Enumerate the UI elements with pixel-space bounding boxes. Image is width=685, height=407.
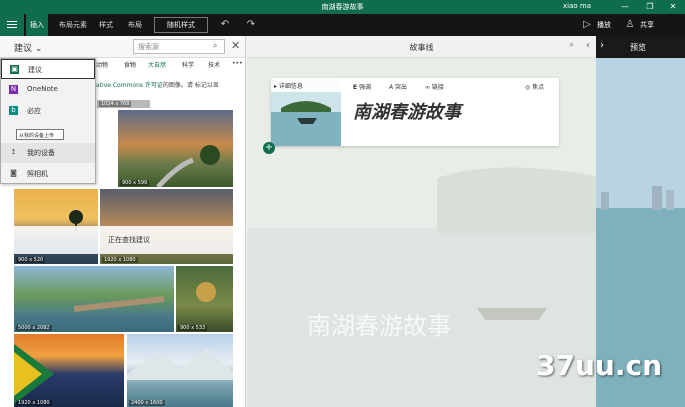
highlight-button[interactable]: A 突出 xyxy=(389,82,407,91)
search-input[interactable]: 搜索源 xyxy=(133,39,225,54)
focus-button[interactable]: ◎ 焦点 xyxy=(525,82,544,91)
category-nature[interactable]: 大自然 xyxy=(148,60,166,69)
menu-item-my-device[interactable]: ↥ 我的设备 xyxy=(1,143,95,163)
add-card-icon[interactable]: + xyxy=(263,142,275,154)
ribbon: 插入 布局元素 样式 布局 随机样式 ↶ ↷ ▷ 播放 ♙ 共享 xyxy=(0,14,685,36)
panel-header: 建议 ⌄ 搜索源 ⌕ ✕ xyxy=(0,36,245,58)
highlight-icon: A xyxy=(389,84,394,91)
bing-icon: b xyxy=(9,106,18,115)
user-name[interactable]: xiao ma xyxy=(563,2,591,10)
play-icon[interactable]: ▷ xyxy=(580,18,594,32)
site-watermark: 37uu.cn xyxy=(536,349,662,382)
photo-tile[interactable]: 1024 x 768 xyxy=(97,100,150,108)
preview-title: 预览 xyxy=(630,43,646,52)
share-button[interactable]: 共享 xyxy=(640,14,654,36)
title-card[interactable]: ▸ 详细信息 E 强调 A 突出 ∞ 链接 ◎ 焦点 南湖春游故事 xyxy=(271,78,559,146)
focus-icon: ◎ xyxy=(525,84,531,91)
tab-style[interactable]: 样式 xyxy=(95,14,117,36)
minimize-button[interactable]: — xyxy=(613,0,637,14)
details-button[interactable]: ▸ 详细信息 xyxy=(271,78,341,92)
maximize-button[interactable]: ❐ xyxy=(638,0,662,14)
search-icon[interactable]: ⌕ xyxy=(570,40,574,50)
source-dropdown[interactable]: 建议 ⌄ xyxy=(14,41,42,54)
menu-item-suggestions[interactable]: ▣ 建议 xyxy=(1,59,95,79)
story-title[interactable]: 南湖春游故事 xyxy=(353,98,461,124)
hamburger-menu-icon[interactable] xyxy=(0,14,24,36)
chevron-down-icon: ⌄ xyxy=(34,44,43,54)
photo-tile[interactable]: 900 x 533 xyxy=(176,266,233,332)
tab-layout[interactable]: 布局 xyxy=(124,14,146,36)
upload-tooltip: 从我的设备上传 xyxy=(16,129,64,140)
category-technology[interactable]: 技术 xyxy=(208,60,220,69)
chevron-left-icon[interactable]: ‹ xyxy=(586,40,590,51)
source-menu: ▣ 建议 N OneNote b 必应 ↥ 我的设备 ◙ 照相机 xyxy=(0,58,96,184)
link-icon: ∞ xyxy=(425,84,430,91)
photo-tile[interactable]: 900 x 599 xyxy=(118,110,233,187)
storyline-title: 故事线 xyxy=(409,43,434,52)
random-style-button[interactable]: 随机样式 xyxy=(154,17,208,33)
license-notice: ative Commons 许可证的图像。请 标记以显 xyxy=(96,82,219,89)
onenote-icon: N xyxy=(9,85,18,94)
play-button[interactable]: 播放 xyxy=(597,14,611,36)
link-button[interactable]: ∞ 链接 xyxy=(425,82,444,91)
category-food[interactable]: 食物 xyxy=(124,60,136,69)
emphasize-icon: E xyxy=(353,84,358,91)
upload-icon: ↥ xyxy=(10,148,17,156)
undo-icon[interactable]: ↶ xyxy=(218,18,232,32)
preview-header: › 预览 xyxy=(596,36,685,58)
photo-tile[interactable]: 5000 x 2082 xyxy=(14,266,174,332)
more-categories-icon[interactable]: ••• xyxy=(232,60,243,67)
loading-overlay: 正在查找建议 xyxy=(8,226,236,254)
photo-tile[interactable]: 1920 x 1080 xyxy=(14,334,124,407)
menu-item-bing[interactable]: b 必应 xyxy=(1,101,95,121)
photo-road xyxy=(156,145,220,187)
redo-icon[interactable]: ↷ xyxy=(244,18,258,32)
storyline-header: 故事线 ⌕ ‹ xyxy=(247,36,596,58)
tab-layout-elements[interactable]: 布局元素 xyxy=(55,14,91,36)
suggest-icon: ▣ xyxy=(10,65,19,74)
loading-text: 正在查找建议 xyxy=(108,236,150,244)
close-window-button[interactable]: ✕ xyxy=(661,0,685,14)
suggestions-panel: 建议 ⌄ 搜索源 ⌕ ✕ 动物 食物 大自然 科学 技术 ••• ative C… xyxy=(0,36,246,407)
menu-item-camera[interactable]: ◙ 照相机 xyxy=(1,164,95,184)
close-panel-icon[interactable]: ✕ xyxy=(231,39,240,52)
search-icon[interactable]: ⌕ xyxy=(213,41,217,51)
photo-tile[interactable]: 2400 x 1600 xyxy=(127,334,233,407)
license-link[interactable]: ative Commons 许可证 xyxy=(96,82,163,89)
camera-icon: ◙ xyxy=(10,169,17,177)
category-animals[interactable]: 动物 xyxy=(96,60,108,69)
chevron-right-icon[interactable]: › xyxy=(600,40,604,51)
tab-insert[interactable]: 插入 xyxy=(26,14,48,36)
share-icon[interactable]: ♙ xyxy=(623,18,637,32)
category-science[interactable]: 科学 xyxy=(182,60,194,69)
menu-item-onenote[interactable]: N OneNote xyxy=(1,80,95,100)
emphasize-button[interactable]: E 强调 xyxy=(353,82,371,91)
title-bar: 南湖春游故事 xiao ma — ❐ ✕ xyxy=(0,0,685,14)
watermark-title: 南湖春游故事 xyxy=(307,312,451,340)
